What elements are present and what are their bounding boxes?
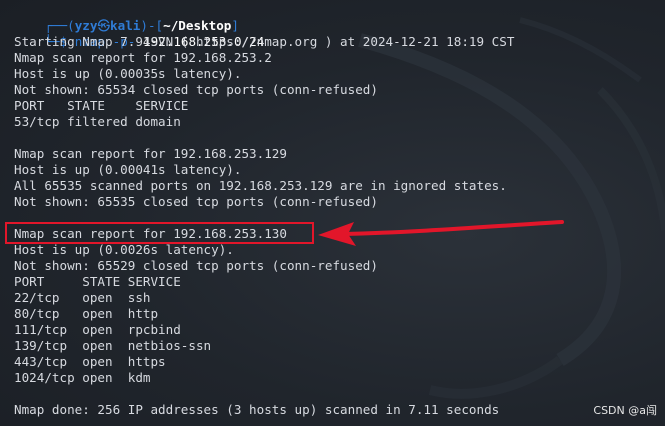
output-line: 139/tcp open netbios-ssn — [14, 338, 212, 353]
output-line: Nmap scan report for 192.168.253.129 — [14, 146, 287, 161]
output-line: 1024/tcp open kdm — [14, 370, 151, 385]
output-line: 53/tcp filtered domain — [14, 114, 181, 129]
output-line: Nmap scan report for 192.168.253.2 — [14, 50, 272, 65]
red-arrow-icon — [318, 220, 564, 246]
highlight-box — [5, 222, 314, 244]
output-line: PORT STATE SERVICE — [14, 98, 189, 113]
output-line: Host is up (0.00035s latency). — [14, 66, 242, 81]
output-line: Nmap done: 256 IP addresses (3 hosts up)… — [14, 402, 500, 417]
output-line: Host is up (0.00041s latency). — [14, 162, 242, 177]
output-line: Not shown: 65529 closed tcp ports (conn-… — [14, 258, 378, 273]
output-line: 80/tcp open http — [14, 306, 159, 321]
output-line: 111/tcp open rpcbind — [14, 322, 181, 337]
output-line: PORT STATE SERVICE — [14, 274, 181, 289]
terminal-window[interactable]: ┌──(yzy㉿kali)-[~/Desktop] └─$ nmap -p- 1… — [0, 0, 665, 426]
output-line: Not shown: 65535 closed tcp ports (conn-… — [14, 194, 378, 209]
prompt-line: ┌──(yzy㉿kali)-[~/Desktop] — [14, 2, 239, 33]
output-line: Starting Nmap 7.94SVN ( https://nmap.org… — [14, 34, 515, 49]
output-line: Not shown: 65534 closed tcp ports (conn-… — [14, 82, 378, 97]
output-line: 443/tcp open https — [14, 354, 166, 369]
command-line: └─$ nmap -p- 192.168.253.0/24 — [14, 18, 264, 49]
output-line: All 65535 scanned ports on 192.168.253.1… — [14, 178, 507, 193]
output-line: 22/tcp open ssh — [14, 290, 151, 305]
csdn-watermark: CSDN @a闯 — [593, 404, 657, 417]
output-line: Host is up (0.0026s latency). — [14, 242, 234, 257]
